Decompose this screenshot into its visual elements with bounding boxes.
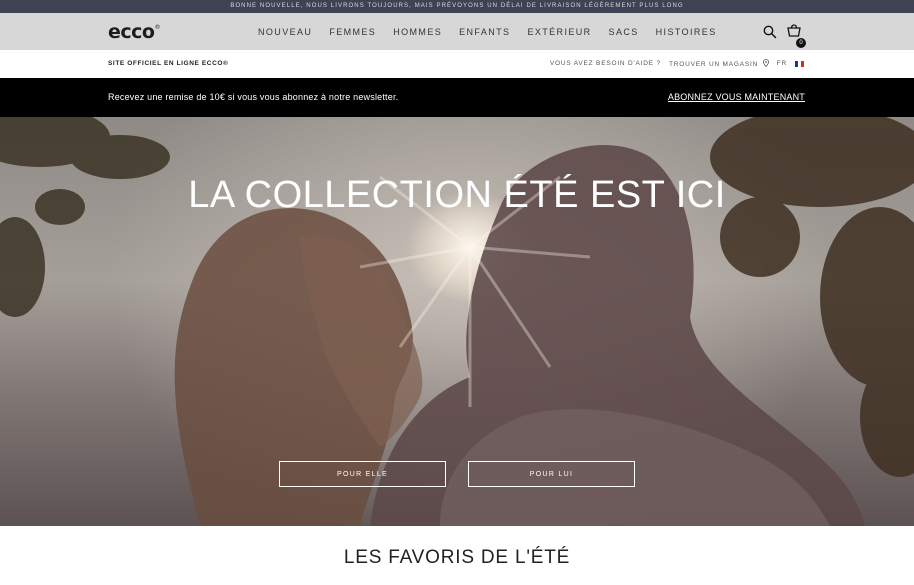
france-flag-icon[interactable] [795,60,804,67]
language-selector[interactable]: FR [777,60,787,67]
section-title: LES FAVORIS DE L'ÉTÉ [343,547,571,568]
nav-item-nouveau[interactable]: NOUVEAU [258,27,312,37]
newsletter-text: Recevez une remise de 10€ si vous vous a… [108,92,399,102]
nav-item-histoires[interactable]: HISTOIRES [656,27,717,37]
utility-bar: SITE OFFICIEL EN LIGNE ECCO® VOUS AVEZ B… [0,50,914,78]
nav-item-enfants[interactable]: ENFANTS [459,27,510,37]
logo-registered-mark: ® [154,23,160,31]
nav-item-sacs[interactable]: SACS [609,27,639,37]
main-navigation: ecco® NOUVEAU FEMMES HOMMES ENFANTS EXTÉ… [0,13,914,50]
newsletter-subscribe-link[interactable]: ABONNEZ VOUS MAINTENANT [668,92,805,102]
utility-links: VOUS AVEZ BESOIN D'AIDE ? TROUVER UN MAG… [550,59,804,68]
shopping-bag-icon[interactable] [786,22,802,38]
newsletter-banner: Recevez une remise de 10€ si vous vous a… [0,78,914,117]
nav-item-hommes[interactable]: HOMMES [393,27,442,37]
nav-item-femmes[interactable]: FEMMES [329,27,376,37]
location-pin-icon [762,59,769,68]
shop-men-button[interactable]: POUR LUI [468,461,635,487]
store-locator-link[interactable]: TROUVER UN MAGASIN [669,59,769,68]
announcement-bar: BONNE NOUVELLE, NOUS LIVRONS TOUJOURS, M… [0,0,914,13]
announcement-text: BONNE NOUVELLE, NOUS LIVRONS TOUJOURS, M… [230,3,684,9]
cart-count-badge: 0 [796,38,806,48]
hero-title: LA COLLECTION ÉTÉ EST ICI [188,174,726,216]
shop-women-button[interactable]: POUR ELLE [279,461,446,487]
ecco-logo[interactable]: ecco® [108,21,160,43]
search-icon[interactable] [762,24,778,40]
help-link[interactable]: VOUS AVEZ BESOIN D'AIDE ? [550,60,661,67]
nav-links: NOUVEAU FEMMES HOMMES ENFANTS EXTÉRIEUR … [258,13,734,50]
hero-banner: LA COLLECTION ÉTÉ EST ICI POUR ELLE POUR… [0,117,914,526]
official-site-label: SITE OFFICIEL EN LIGNE ECCO® [108,60,229,67]
logo-text: ecco [108,21,155,43]
nav-item-exterieur[interactable]: EXTÉRIEUR [527,27,591,37]
store-locator-label: TROUVER UN MAGASIN [668,61,759,68]
